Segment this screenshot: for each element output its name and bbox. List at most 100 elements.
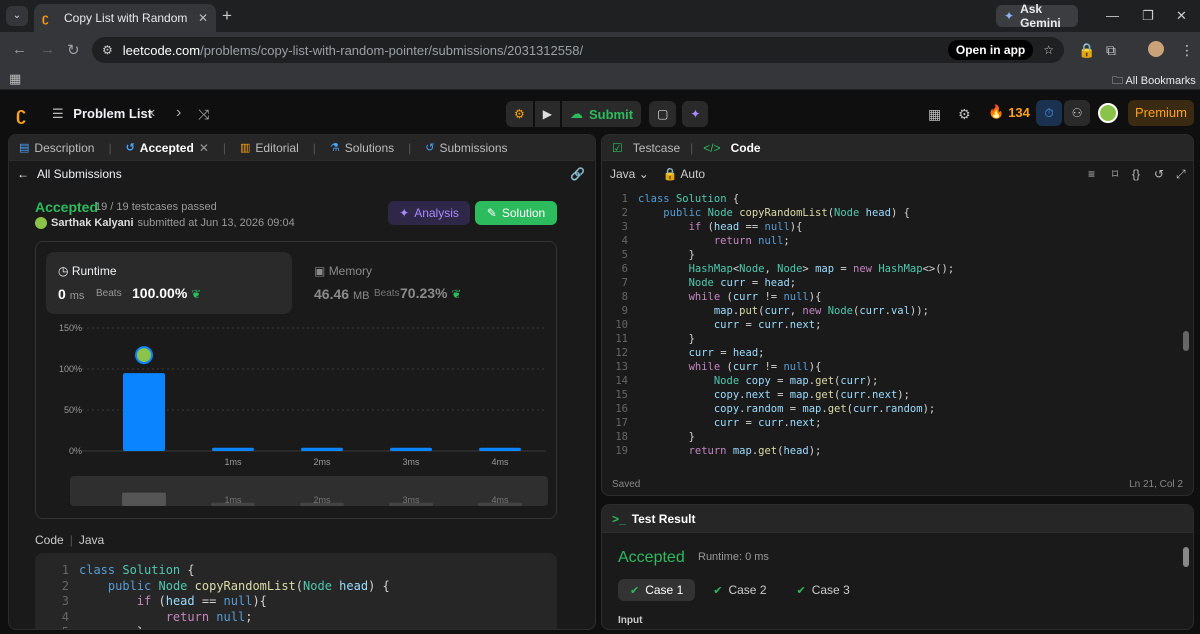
profile-avatar[interactable]	[1148, 41, 1164, 57]
format-icon[interactable]: ≡	[1088, 167, 1095, 181]
reload-icon[interactable]: ↻	[67, 41, 80, 59]
language-select[interactable]: Java ⌄	[610, 167, 649, 181]
memory-card[interactable]: ▣ Memory 46.46 MB Beats 70.23% ❦	[302, 252, 548, 314]
line-number: 2	[61, 578, 69, 593]
reset-icon[interactable]: ↺	[1154, 167, 1164, 181]
runtime-card[interactable]: ◷ Runtime 0 ms Beats 100.00% ❦	[46, 252, 292, 314]
code-line: 14 Node copy = map.get(curr);	[602, 375, 1182, 389]
tab-divider: |	[408, 140, 412, 155]
site-info-icon[interactable]: ⚙	[102, 43, 113, 57]
runtime-heading: ◷ Runtime	[58, 264, 117, 278]
list-icon: ☰	[52, 106, 64, 121]
run-button[interactable]: ▶	[534, 101, 560, 127]
code-text: }	[688, 431, 695, 443]
code-line: 16 copy.random = map.get(curr.random);	[602, 403, 1182, 417]
x-tick-label: 3ms	[402, 457, 420, 467]
extensions-icon[interactable]: ⧉	[1106, 42, 1116, 59]
browser-menu-icon[interactable]: ⋮	[1180, 42, 1194, 59]
leetcode-favicon-icon: ʗ	[42, 11, 49, 25]
new-tab-plus-icon[interactable]: +	[222, 6, 232, 26]
debug-icon[interactable]: ⚙	[506, 101, 533, 127]
memory-label: Memory	[328, 264, 373, 278]
address-bar[interactable]: ⚙ leetcode.com/problems/copy-list-with-r…	[92, 37, 1064, 63]
share-link-icon[interactable]: 🔗	[570, 167, 585, 181]
case-2-tab[interactable]: ✔ Case 2	[701, 579, 778, 601]
back-arrow-icon[interactable]: ←	[12, 41, 27, 58]
minimize-icon[interactable]: —	[1106, 8, 1119, 23]
all-submissions-label: All Submissions	[37, 167, 122, 181]
tab-accepted[interactable]: ↺ Accepted ✕	[126, 141, 209, 155]
browser-tab[interactable]: ʗ Copy List with Random Pointer ✕	[34, 4, 216, 32]
submit-button[interactable]: ☁ Submit	[562, 101, 642, 127]
auto-label: Auto	[680, 167, 706, 181]
code-line: 2 public Node copyRandomList(Node head) …	[602, 207, 1182, 221]
code-text: if (head == null){	[688, 221, 803, 233]
tab-solutions[interactable]: ⚗ Solutions	[330, 141, 394, 155]
tab-editorial[interactable]: ▥ Editorial	[240, 141, 299, 155]
ai-sparkle-icon[interactable]: ✦	[682, 101, 709, 127]
close-tab-icon[interactable]: ✕	[199, 141, 209, 155]
restore-icon[interactable]: ❐	[1142, 8, 1154, 24]
layout-grid-icon[interactable]: ▦	[928, 106, 941, 123]
next-problem-chevron-icon[interactable]: ›	[176, 104, 181, 122]
code-text: HashMap<Node, Node> map = new HashMap<>(…	[688, 263, 955, 275]
performance-stats: ◷ Runtime 0 ms Beats 100.00% ❦ ▣ Memory …	[35, 241, 557, 519]
line-number: 15	[615, 389, 628, 401]
ask-gemini-button[interactable]: ✦ Ask Gemini	[996, 2, 1078, 30]
avatar	[35, 217, 47, 229]
add-user-icon[interactable]: ⚇	[1064, 100, 1090, 126]
bookmark-icon[interactable]: ⌑	[1112, 167, 1118, 181]
problem-list-link[interactable]: ☰ Problem List	[52, 106, 152, 122]
tab-description-label: Description	[34, 140, 95, 155]
solution-button[interactable]: ✎ Solution	[475, 201, 557, 225]
submitted-code-view[interactable]: 1 class Solution {2 public Node copyRando…	[35, 553, 557, 629]
premium-button[interactable]: Premium	[1128, 100, 1194, 126]
tab-testcase[interactable]: Testcase	[633, 141, 680, 155]
settings-gear-icon[interactable]: ⚙	[958, 106, 971, 123]
notes-icon[interactable]: ▢	[649, 101, 677, 127]
code-line: 3 if (head == null){	[35, 594, 557, 610]
line-number: 4	[61, 609, 69, 624]
bookmark-star-icon[interactable]: ☆	[1043, 43, 1054, 57]
streak-counter[interactable]: 🔥 134	[988, 104, 1030, 120]
tab-description[interactable]: ▤ Description	[19, 141, 94, 155]
line-number: 18	[615, 431, 628, 443]
solution-label: Solution	[501, 206, 546, 220]
apps-grid-icon[interactable]: ▦	[9, 71, 21, 87]
code-line: 13 while (curr != null){	[602, 361, 1182, 375]
forward-arrow-icon[interactable]: →	[40, 41, 55, 58]
all-submissions-link[interactable]: ← All Submissions	[17, 167, 122, 181]
timer-icon[interactable]: ⏱	[1036, 100, 1062, 126]
test-result-header[interactable]: >_ Test Result	[602, 505, 1193, 533]
braces-icon[interactable]: {}	[1132, 167, 1140, 181]
shuffle-icon[interactable]: ⤨	[198, 106, 209, 123]
submitter-name[interactable]: Sarthak Kalyani	[51, 217, 134, 229]
user-avatar[interactable]	[1098, 103, 1118, 123]
close-window-icon[interactable]: ✕	[1176, 8, 1187, 24]
editor-scrollbar[interactable]	[1183, 331, 1189, 351]
case-3-tab[interactable]: ✔ Case 3	[785, 579, 862, 601]
streak-count: 134	[1008, 104, 1030, 120]
navigator-bar	[122, 492, 166, 506]
runtime-distribution-chart[interactable]: 150% 100% 50% 0% 1ms 2ms 3ms 4ms 1ms 2ms 3ms 4ms	[36, 318, 556, 514]
sparkle-icon: ✦	[399, 206, 410, 220]
test-result-scrollbar[interactable]	[1183, 547, 1189, 567]
tab-search-chevron-icon[interactable]: ⌄	[6, 6, 28, 26]
fullscreen-icon[interactable]: ⤢	[1176, 167, 1186, 182]
leetcode-logo-icon[interactable]: ʗ	[16, 104, 26, 125]
tab-divider: |	[108, 140, 112, 155]
open-in-app-button[interactable]: Open in app	[947, 40, 1034, 60]
all-bookmarks[interactable]: 🗀 All Bookmarks	[1112, 72, 1196, 91]
prev-problem-chevron-icon[interactable]: ‹	[150, 104, 155, 122]
tab-divider: |	[222, 140, 226, 155]
code-line: 10 curr = curr.next;	[602, 319, 1182, 333]
code-text: map.put(curr, new Node(curr.val));	[713, 305, 929, 317]
extension-lock-icon[interactable]: 🔒	[1078, 42, 1095, 59]
analysis-button[interactable]: ✦ Analysis	[388, 201, 470, 225]
close-tab-icon[interactable]: ✕	[198, 11, 208, 25]
tab-code[interactable]: Code	[731, 141, 761, 155]
tab-submissions[interactable]: ↺ Submissions	[425, 141, 507, 155]
code-editor[interactable]: 1 class Solution {2 public Node copyRando…	[602, 193, 1182, 463]
case-1-tab[interactable]: ✔ Case 1	[618, 579, 696, 601]
auto-mode[interactable]: 🔒 Auto	[663, 167, 705, 181]
